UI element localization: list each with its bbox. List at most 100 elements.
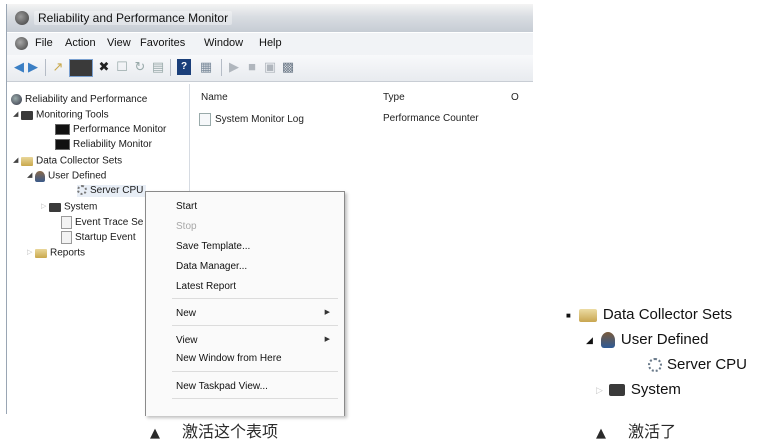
menu-bar: File Action View Favorites Window Help [7,33,533,55]
context-menu: Start Stop Save Template... Data Manager… [145,191,345,416]
title-bar[interactable]: Reliability and Performance Monitor [7,4,533,32]
data-collector-icon [648,358,662,373]
collapse-triangle-icon[interactable]: ◢ [13,109,21,121]
zoom-item-data-collector-sets: ■ Data Collector Sets [566,306,732,323]
expand-triangle-icon[interactable]: ▷ [41,201,49,213]
column-header-name[interactable]: Name [201,92,228,103]
stop-icon[interactable]: ■ [245,59,259,75]
tree-item-event-trace[interactable]: Event Trace Se [61,216,143,229]
menu-view[interactable]: View [107,37,131,49]
performance-globe-icon [11,94,22,105]
menu-window[interactable]: Window [204,37,243,49]
tree-item-user-defined[interactable]: ◢ User Defined [27,170,106,183]
folder-icon [21,110,33,120]
tree-label: Reports [50,247,86,259]
start-icon[interactable]: ▶ [227,59,241,75]
tree-item-startup-event[interactable]: Startup Event [61,231,136,244]
tree-label: Performance Monitor [73,124,167,136]
toolbar-separator [45,59,46,76]
document-icon [61,216,72,229]
properties-icon[interactable]: ☐ [115,59,129,75]
expand-triangle-icon[interactable]: ▷ [27,247,35,259]
menu-help[interactable]: Help [259,37,282,49]
data-collector-icon [77,185,87,196]
menu-item-new-window[interactable]: New Window from Here [176,353,282,364]
submenu-arrow-icon: ▶ [324,309,330,316]
tree-item-data-collector-sets[interactable]: ◢ Data Collector Sets [13,155,122,168]
caption-right: ▲ 激活了 [596,418,676,442]
menu-item-label: New [176,308,197,319]
zoom-label: Server CPU [667,356,748,373]
system-folder-icon [608,384,625,397]
submenu-arrow-icon: ▶ [324,336,330,343]
list-item[interactable]: System Monitor Log [199,113,304,126]
forward-arrow-icon[interactable]: ▶ [27,59,39,75]
delete-icon[interactable]: ✖ [97,59,111,75]
tree-item-server-cpu[interactable]: Server CPU [77,185,147,197]
back-arrow-icon[interactable]: ◀ [13,59,25,75]
zoom-item-server-cpu: Server CPU [648,356,747,373]
caption-text: 激活了 [628,422,677,441]
caption-marker: ▲ [150,426,160,441]
collapse-triangle-icon[interactable]: ◢ [13,155,21,167]
tree-item-reliability-monitor[interactable]: Reliability Monitor [55,139,152,151]
bullet-icon: ■ [566,310,571,320]
tree-label: Event Trace Se [75,217,144,229]
caption-text: 激活这个表项 [182,422,279,441]
menu-item-start[interactable]: Start [176,201,197,212]
menu-item-new[interactable]: New ▶ [176,308,338,319]
app-icon [15,11,29,25]
tree-label: Server CPU [90,185,144,196]
system-menu-icon[interactable] [15,37,28,50]
tree-item-root[interactable]: Reliability and Performance [11,94,147,106]
column-header-type[interactable]: Type [383,92,405,103]
tree-item-monitoring-tools[interactable]: ◢ Monitoring Tools [13,109,109,122]
help-icon[interactable]: ? [177,59,191,75]
menu-file[interactable]: File [35,37,53,49]
menu-separator [172,325,338,326]
console-icon[interactable]: ▦ [197,59,215,75]
export-icon[interactable]: ▤ [151,59,165,75]
toolbar-separator [221,59,222,76]
tree-item-performance-monitor[interactable]: Performance Monitor [55,124,166,136]
zoom-item-user-defined: ◢ User Defined [586,331,709,349]
menu-favorites[interactable]: Favorites [140,37,185,49]
menu-action[interactable]: Action [65,37,96,49]
menu-item-stop: Stop [176,221,197,232]
folder-icon [578,308,597,322]
menu-item-label: View [176,335,198,346]
tree-label: Monitoring Tools [36,109,109,121]
system-folder-icon [49,202,61,212]
menu-item-save-template[interactable]: Save Template... [176,241,250,252]
tree-label: User Defined [48,170,107,182]
menu-item-view[interactable]: View ▶ [176,335,338,346]
zoomed-tree-detail: ■ Data Collector Sets ◢ User Defined Serve… [566,300,760,410]
tree-label: System [64,201,98,213]
zoom-item-system: ▷ System [596,381,681,398]
caption-left: ▲ 激活这个表项 [150,418,278,442]
reports-folder-icon [35,248,47,258]
tree-item-system[interactable]: ▷ System [41,201,97,214]
up-folder-icon[interactable]: ↗ [51,59,65,75]
menu-item-latest-report[interactable]: Latest Report [176,281,236,292]
item-type: Performance Counter [383,113,479,124]
collapse-triangle-icon[interactable]: ◢ [27,170,35,182]
zoom-label: User Defined [620,331,709,348]
menu-item-data-manager[interactable]: Data Manager... [176,261,247,272]
zoom-label: System [630,381,681,398]
menu-item-new-taskpad[interactable]: New Taskpad View... [176,381,268,392]
menu-separator [172,398,338,399]
menu-separator [172,298,338,299]
toolbar: ◀ ▶ ↗ ✖ ☐ ↻ ▤ ? ▦ ▶ ■ ▣ ▩ [7,55,533,82]
tree-label: Reliability and Performance [25,94,148,106]
show-hide-tree-icon[interactable] [69,59,93,77]
toolbar-separator [170,59,171,76]
refresh-icon[interactable]: ↻ [133,59,147,75]
new-icon[interactable]: ▣ [263,59,277,75]
document-icon [61,231,72,244]
tree-item-reports[interactable]: ▷ Reports [27,247,85,260]
user-icon [600,332,615,349]
log-icon [199,113,211,126]
column-header-output[interactable]: O [511,92,519,103]
report-icon[interactable]: ▩ [281,59,295,75]
